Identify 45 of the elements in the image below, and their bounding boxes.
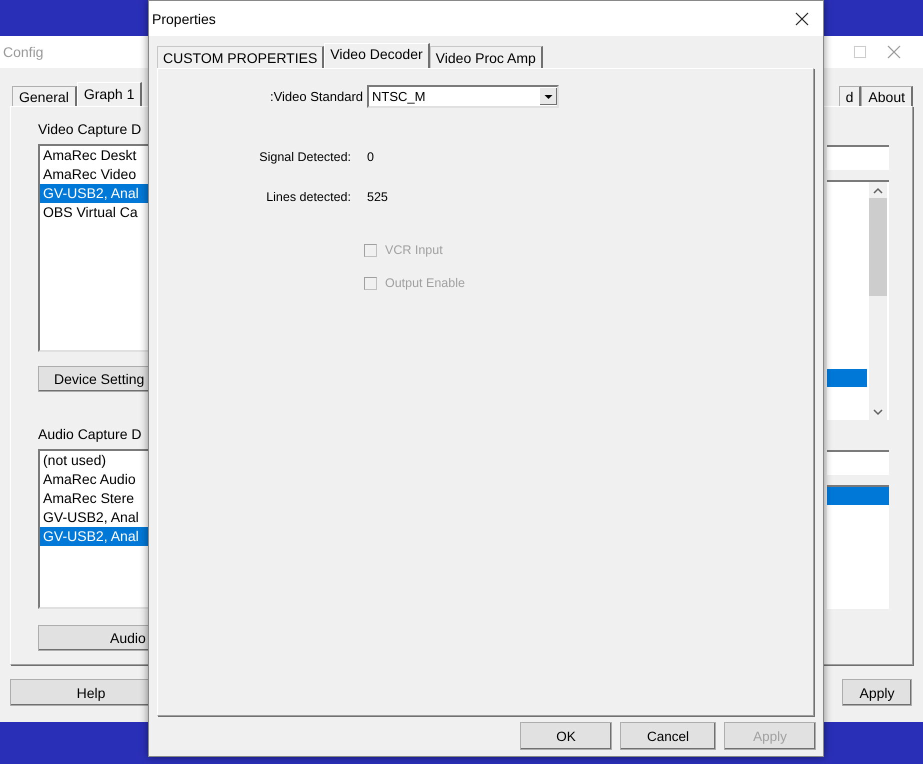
scroll-up-icon[interactable] — [873, 187, 883, 195]
tab[interactable]: CUSTOM PROPERTIES — [157, 46, 324, 68]
tab[interactable]: Graph 1 — [76, 82, 142, 106]
list-item[interactable]: OBS Virtual Ca — [40, 203, 149, 222]
input-field[interactable] — [827, 145, 889, 170]
video-standard-dropdown[interactable]: NTSC_M — [367, 85, 559, 108]
selection-highlight — [827, 369, 867, 387]
dialog-title: Properties — [152, 10, 217, 26]
reading-value: 525 — [367, 190, 388, 204]
window-title: Config — [3, 44, 44, 60]
selection-highlight — [827, 487, 889, 505]
reading-label: Lines detected: — [265, 190, 351, 204]
list-box[interactable] — [827, 485, 889, 609]
list-item[interactable]: (not used) — [40, 451, 149, 470]
input-field[interactable] — [827, 450, 889, 475]
list-item[interactable]: GV-USB2, Anal — [40, 508, 149, 527]
tab[interactable]: About — [861, 86, 913, 106]
dialog-button[interactable]: OK — [520, 722, 612, 750]
scroll-down-icon[interactable] — [873, 408, 883, 416]
device-list[interactable]: (not used) AmaRec Audio AmaRec Stere GV-USB2, Anal GV-USB2, Anal — [38, 449, 149, 609]
scrollbar[interactable] — [869, 182, 887, 420]
close-icon[interactable] — [795, 12, 809, 26]
tab[interactable]: Video Proc Amp — [430, 46, 543, 68]
list-item[interactable]: AmaRec Deskt — [40, 146, 149, 165]
reading-label: Signal Detected: — [258, 150, 351, 164]
device-list[interactable]: AmaRec Deskt AmaRec Video GV-USB2, Anal OBS Virtual Ca — [38, 144, 149, 352]
field-label: :Video Standard — [269, 89, 363, 104]
reading-value: 0 — [367, 150, 374, 164]
checkbox-label: Output Enable — [385, 276, 465, 290]
tab[interactable]: Video Decoder — [324, 43, 430, 68]
list-item[interactable]: GV-USB2, Anal — [40, 527, 149, 546]
apply-button[interactable]: Apply — [842, 679, 912, 706]
list-item[interactable]: AmaRec Audio — [40, 470, 149, 489]
tab[interactable]: d — [838, 86, 862, 106]
list-item[interactable]: AmaRec Video — [40, 165, 149, 184]
checkbox-label: VCR Input — [385, 243, 443, 257]
list-item[interactable]: GV-USB2, Anal — [40, 184, 149, 203]
tab[interactable]: General — [12, 86, 77, 106]
device-settings-button[interactable]: Device Setting — [38, 366, 149, 392]
section-label: Video Capture D — [38, 121, 142, 137]
dialog-button[interactable]: Cancel — [620, 722, 716, 750]
section-label: Audio Capture D — [38, 426, 143, 442]
list-item[interactable]: AmaRec Stere — [40, 489, 149, 508]
list-box[interactable] — [827, 180, 889, 420]
audio-button[interactable]: Audio — [38, 625, 149, 651]
